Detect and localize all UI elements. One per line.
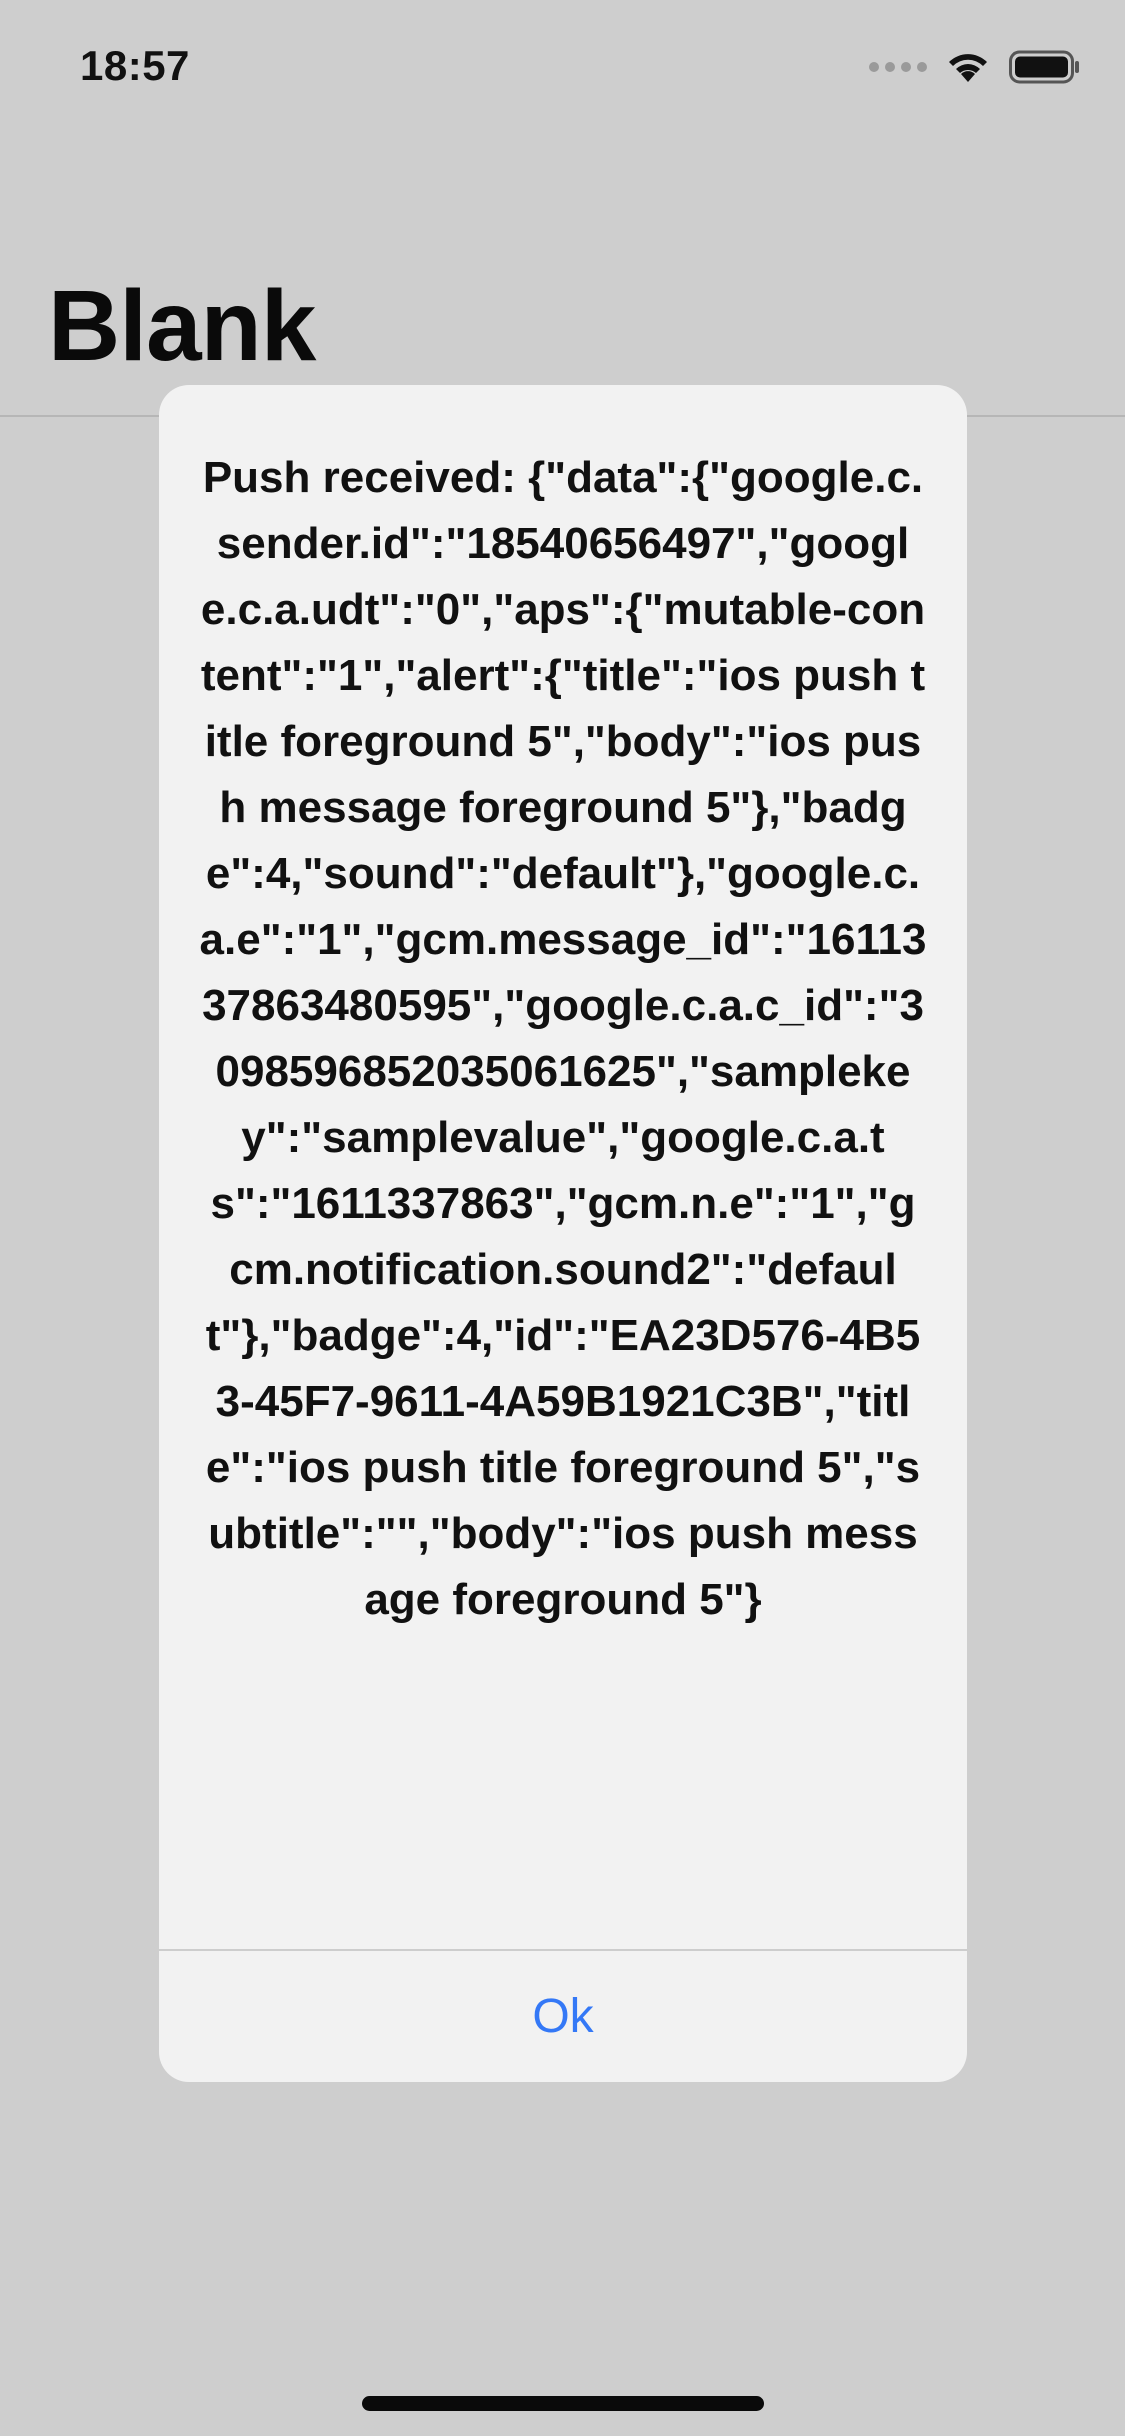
alert-dialog: Push received: {"data":{"google.c.sender… xyxy=(159,385,967,2082)
ok-button[interactable]: Ok xyxy=(159,1951,967,2082)
alert-message: Push received: {"data":{"google.c.sender… xyxy=(199,453,927,1624)
navigation-bar: Blank xyxy=(0,0,1125,417)
page-title: Blank xyxy=(48,270,316,382)
home-indicator[interactable] xyxy=(362,2396,764,2411)
